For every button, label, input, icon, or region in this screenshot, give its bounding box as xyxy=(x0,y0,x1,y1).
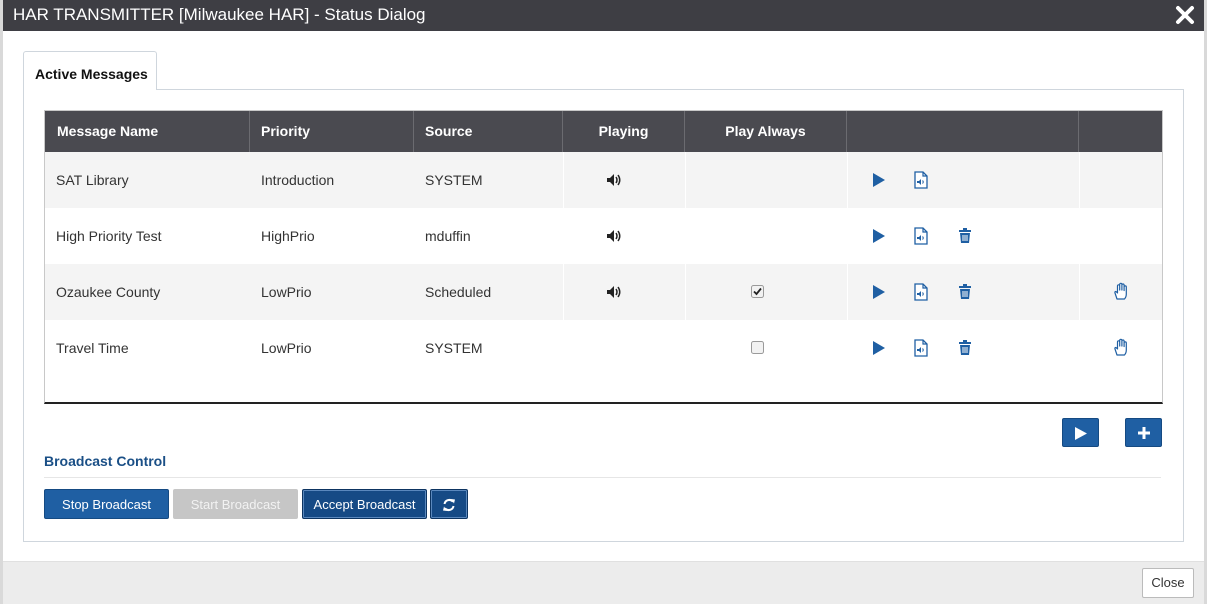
message-name: SAT Library xyxy=(56,172,129,188)
add-message-button[interactable] xyxy=(1125,418,1162,447)
audio-file-icon[interactable] xyxy=(914,227,928,245)
dialog-footer: Close xyxy=(3,561,1204,604)
status-dialog: HAR TRANSMITTER [Milwaukee HAR] - Status… xyxy=(3,0,1204,604)
tab-active-messages[interactable]: Active Messages xyxy=(23,51,157,90)
play-icon[interactable] xyxy=(872,173,885,187)
column-header-message-name[interactable]: Message Name xyxy=(45,111,250,152)
message-priority: LowPrio xyxy=(261,340,312,356)
hand-stop-icon[interactable] xyxy=(1113,338,1129,356)
start-broadcast-button[interactable]: Start Broadcast xyxy=(173,489,298,519)
tab-label: Active Messages xyxy=(35,66,148,82)
table-row[interactable]: Travel Time LowPrio SYSTEM xyxy=(45,320,1162,376)
table-header: Message Name Priority Source Playing Pla… xyxy=(45,111,1162,152)
stop-broadcast-button[interactable]: Stop Broadcast xyxy=(44,489,169,519)
audio-file-icon[interactable] xyxy=(914,283,928,301)
play-icon[interactable] xyxy=(872,341,885,355)
close-button[interactable]: Close xyxy=(1142,568,1194,598)
column-header-source[interactable]: Source xyxy=(414,111,563,152)
message-source: SYSTEM xyxy=(425,340,483,356)
table-row[interactable]: Ozaukee County LowPrio Scheduled xyxy=(45,264,1162,320)
play-always-checkbox[interactable] xyxy=(751,341,764,354)
table-row[interactable]: High Priority Test HighPrio mduffin xyxy=(45,208,1162,264)
broadcast-control-heading: Broadcast Control xyxy=(44,453,167,469)
message-source: mduffin xyxy=(425,228,471,244)
table-row[interactable]: SAT Library Introduction SYSTEM xyxy=(45,152,1162,208)
column-header-play-always[interactable]: Play Always xyxy=(685,111,847,152)
messages-table: Message Name Priority Source Playing Pla… xyxy=(44,110,1163,404)
column-header-actions xyxy=(847,111,1079,152)
column-header-override xyxy=(1079,111,1162,152)
message-source: Scheduled xyxy=(425,284,492,300)
speaker-volume-icon xyxy=(607,286,621,298)
dialog-title: HAR TRANSMITTER [Milwaukee HAR] - Status… xyxy=(13,5,426,24)
speaker-volume-icon xyxy=(607,174,621,186)
play-icon[interactable] xyxy=(872,229,885,243)
message-priority: Introduction xyxy=(261,172,335,188)
trash-icon[interactable] xyxy=(959,340,971,355)
play-icon xyxy=(1074,427,1087,440)
play-all-button[interactable] xyxy=(1062,418,1099,447)
hand-stop-icon[interactable] xyxy=(1113,282,1129,300)
plus-icon xyxy=(1137,427,1150,439)
column-header-playing[interactable]: Playing xyxy=(563,111,685,152)
message-name: Ozaukee County xyxy=(56,284,161,300)
refresh-icon xyxy=(443,499,455,511)
speaker-volume-icon xyxy=(607,230,621,242)
close-icon[interactable] xyxy=(1174,4,1196,26)
divider xyxy=(44,477,1161,478)
message-name: Travel Time xyxy=(56,340,129,356)
dialog-titlebar: HAR TRANSMITTER [Milwaukee HAR] - Status… xyxy=(3,0,1204,31)
refresh-button[interactable] xyxy=(430,489,468,519)
message-priority: HighPrio xyxy=(261,228,315,244)
play-always-checkbox[interactable] xyxy=(751,285,764,298)
trash-icon[interactable] xyxy=(959,228,971,243)
message-priority: LowPrio xyxy=(261,284,312,300)
column-header-priority[interactable]: Priority xyxy=(250,111,414,152)
play-icon[interactable] xyxy=(872,285,885,299)
audio-file-icon[interactable] xyxy=(914,171,928,189)
message-source: SYSTEM xyxy=(425,172,483,188)
message-name: High Priority Test xyxy=(56,228,162,244)
trash-icon[interactable] xyxy=(959,284,971,299)
audio-file-icon[interactable] xyxy=(914,339,928,357)
accept-broadcast-button[interactable]: Accept Broadcast xyxy=(302,489,427,519)
